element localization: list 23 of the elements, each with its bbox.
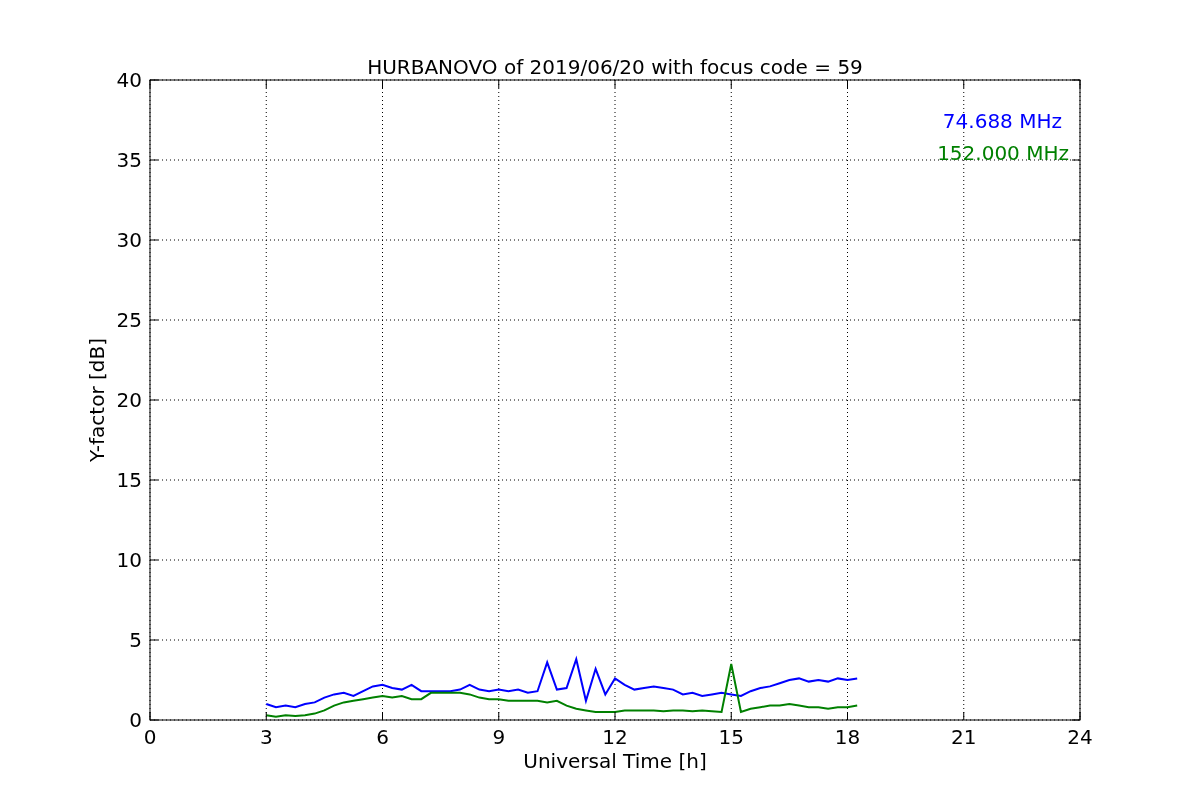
x-axis-label: Universal Time [h] — [523, 749, 707, 773]
y-tick-label: 10 — [116, 548, 142, 572]
y-tick-label: 5 — [129, 628, 142, 652]
chart-title: HURBANOVO of 2019/06/20 with focus code = 59 — [367, 55, 863, 79]
y-tick-label: 0 — [129, 708, 142, 732]
x-tick-label: 12 — [602, 725, 628, 749]
y-tick-label: 35 — [116, 148, 142, 172]
x-tick-label: 24 — [1067, 725, 1093, 749]
y-tick-label: 15 — [116, 468, 142, 492]
x-tick-label: 15 — [718, 725, 744, 749]
y-tick-label: 40 — [116, 68, 142, 92]
x-tick-label: 0 — [143, 725, 157, 749]
x-tick-label: 6 — [376, 725, 389, 749]
x-tick-label: 21 — [951, 725, 977, 749]
legend-label: 74.688 MHz — [942, 109, 1062, 133]
legend-label: 152.000 MHz — [937, 141, 1069, 165]
x-tick-label: 3 — [259, 725, 273, 749]
x-tick-label: 9 — [492, 725, 506, 749]
y-tick-label: 30 — [116, 228, 142, 252]
y-axis-label: Y-factor [dB] — [85, 338, 109, 462]
y-tick-label: 20 — [116, 388, 142, 412]
x-tick-label: 18 — [834, 725, 861, 749]
y-tick-label: 25 — [116, 308, 142, 332]
